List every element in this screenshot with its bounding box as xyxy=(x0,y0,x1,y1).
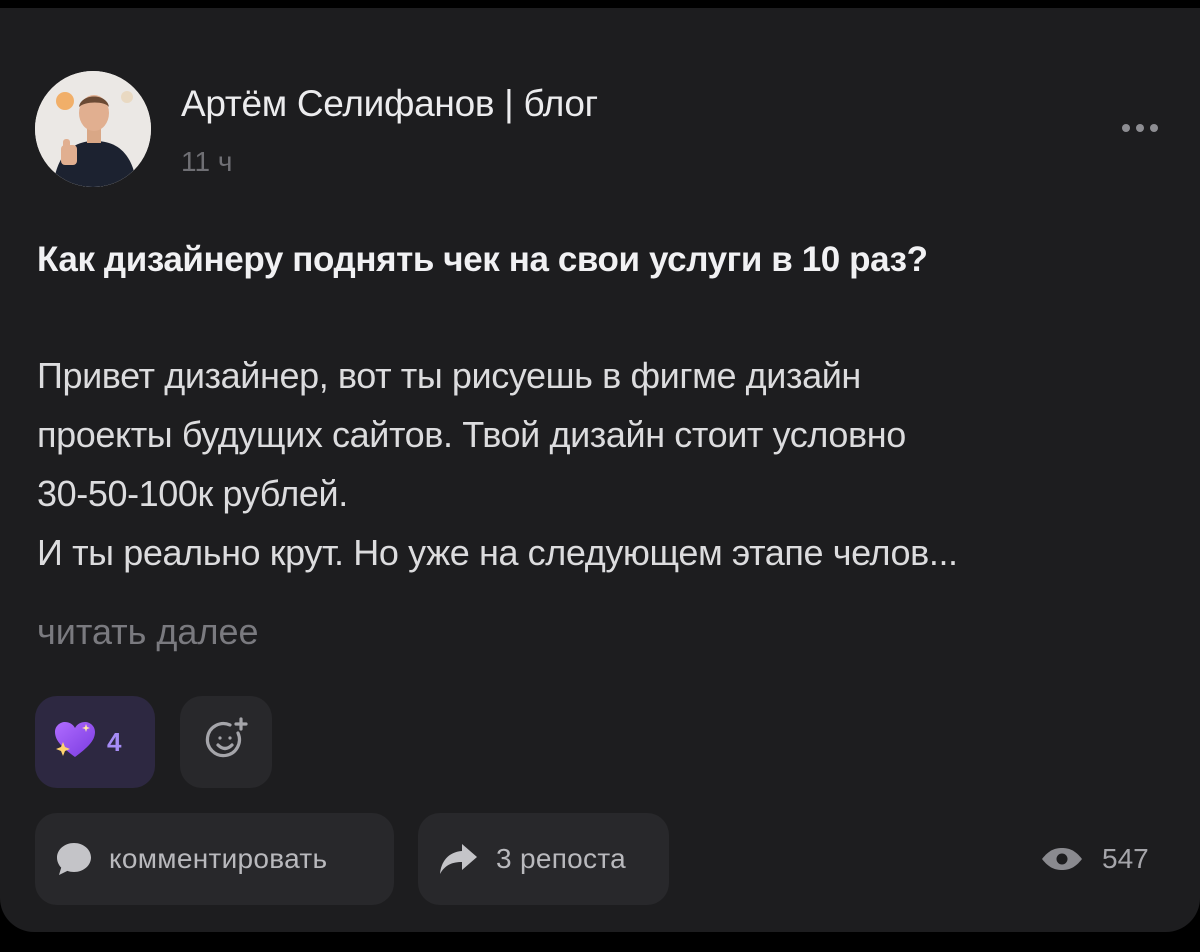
read-more-link[interactable]: читать далее xyxy=(37,611,259,653)
post-body-line: 30-50-100к рублей. xyxy=(37,473,348,514)
sparkle-heart-icon xyxy=(53,720,97,765)
add-reaction-button[interactable] xyxy=(180,696,272,788)
more-options-button[interactable] xyxy=(1110,112,1170,144)
post-title: Как дизайнеру поднять чек на свои услуги… xyxy=(37,240,928,279)
eye-icon xyxy=(1040,846,1084,872)
post-timestamp: 11 ч xyxy=(181,146,233,177)
repost-button[interactable]: 3 репоста xyxy=(418,813,669,905)
dot-icon xyxy=(1150,124,1158,132)
post-body: Привет дизайнер, вот ты рисуешь в фигме … xyxy=(37,346,1167,582)
views-count: 547 xyxy=(1102,843,1149,874)
post-body-line: Привет дизайнер, вот ты рисуешь в фигме … xyxy=(37,355,861,396)
post-body-line: И ты реально крут. Но уже на следующем э… xyxy=(37,532,958,573)
reaction-count: 4 xyxy=(107,726,122,757)
avatar[interactable] xyxy=(35,71,151,187)
comment-bubble-icon xyxy=(55,840,93,878)
dot-icon xyxy=(1122,124,1130,132)
comment-button[interactable]: комментировать xyxy=(35,813,394,905)
reaction-chip[interactable]: 4 xyxy=(35,696,155,788)
author-name[interactable]: Артём Селифанов | блог xyxy=(181,83,598,125)
views-counter: 547 xyxy=(1040,838,1149,880)
post-card: Артём Селифанов | блог 11 ч Как дизайнер… xyxy=(0,8,1200,932)
post-body-line: проекты будущих сайтов. Твой дизайн стои… xyxy=(37,414,906,455)
add-reaction-icon xyxy=(201,715,251,770)
repost-arrow-icon xyxy=(438,842,478,876)
comment-label: комментировать xyxy=(109,843,328,874)
repost-label: 3 репоста xyxy=(496,843,627,874)
dot-icon xyxy=(1136,124,1144,132)
